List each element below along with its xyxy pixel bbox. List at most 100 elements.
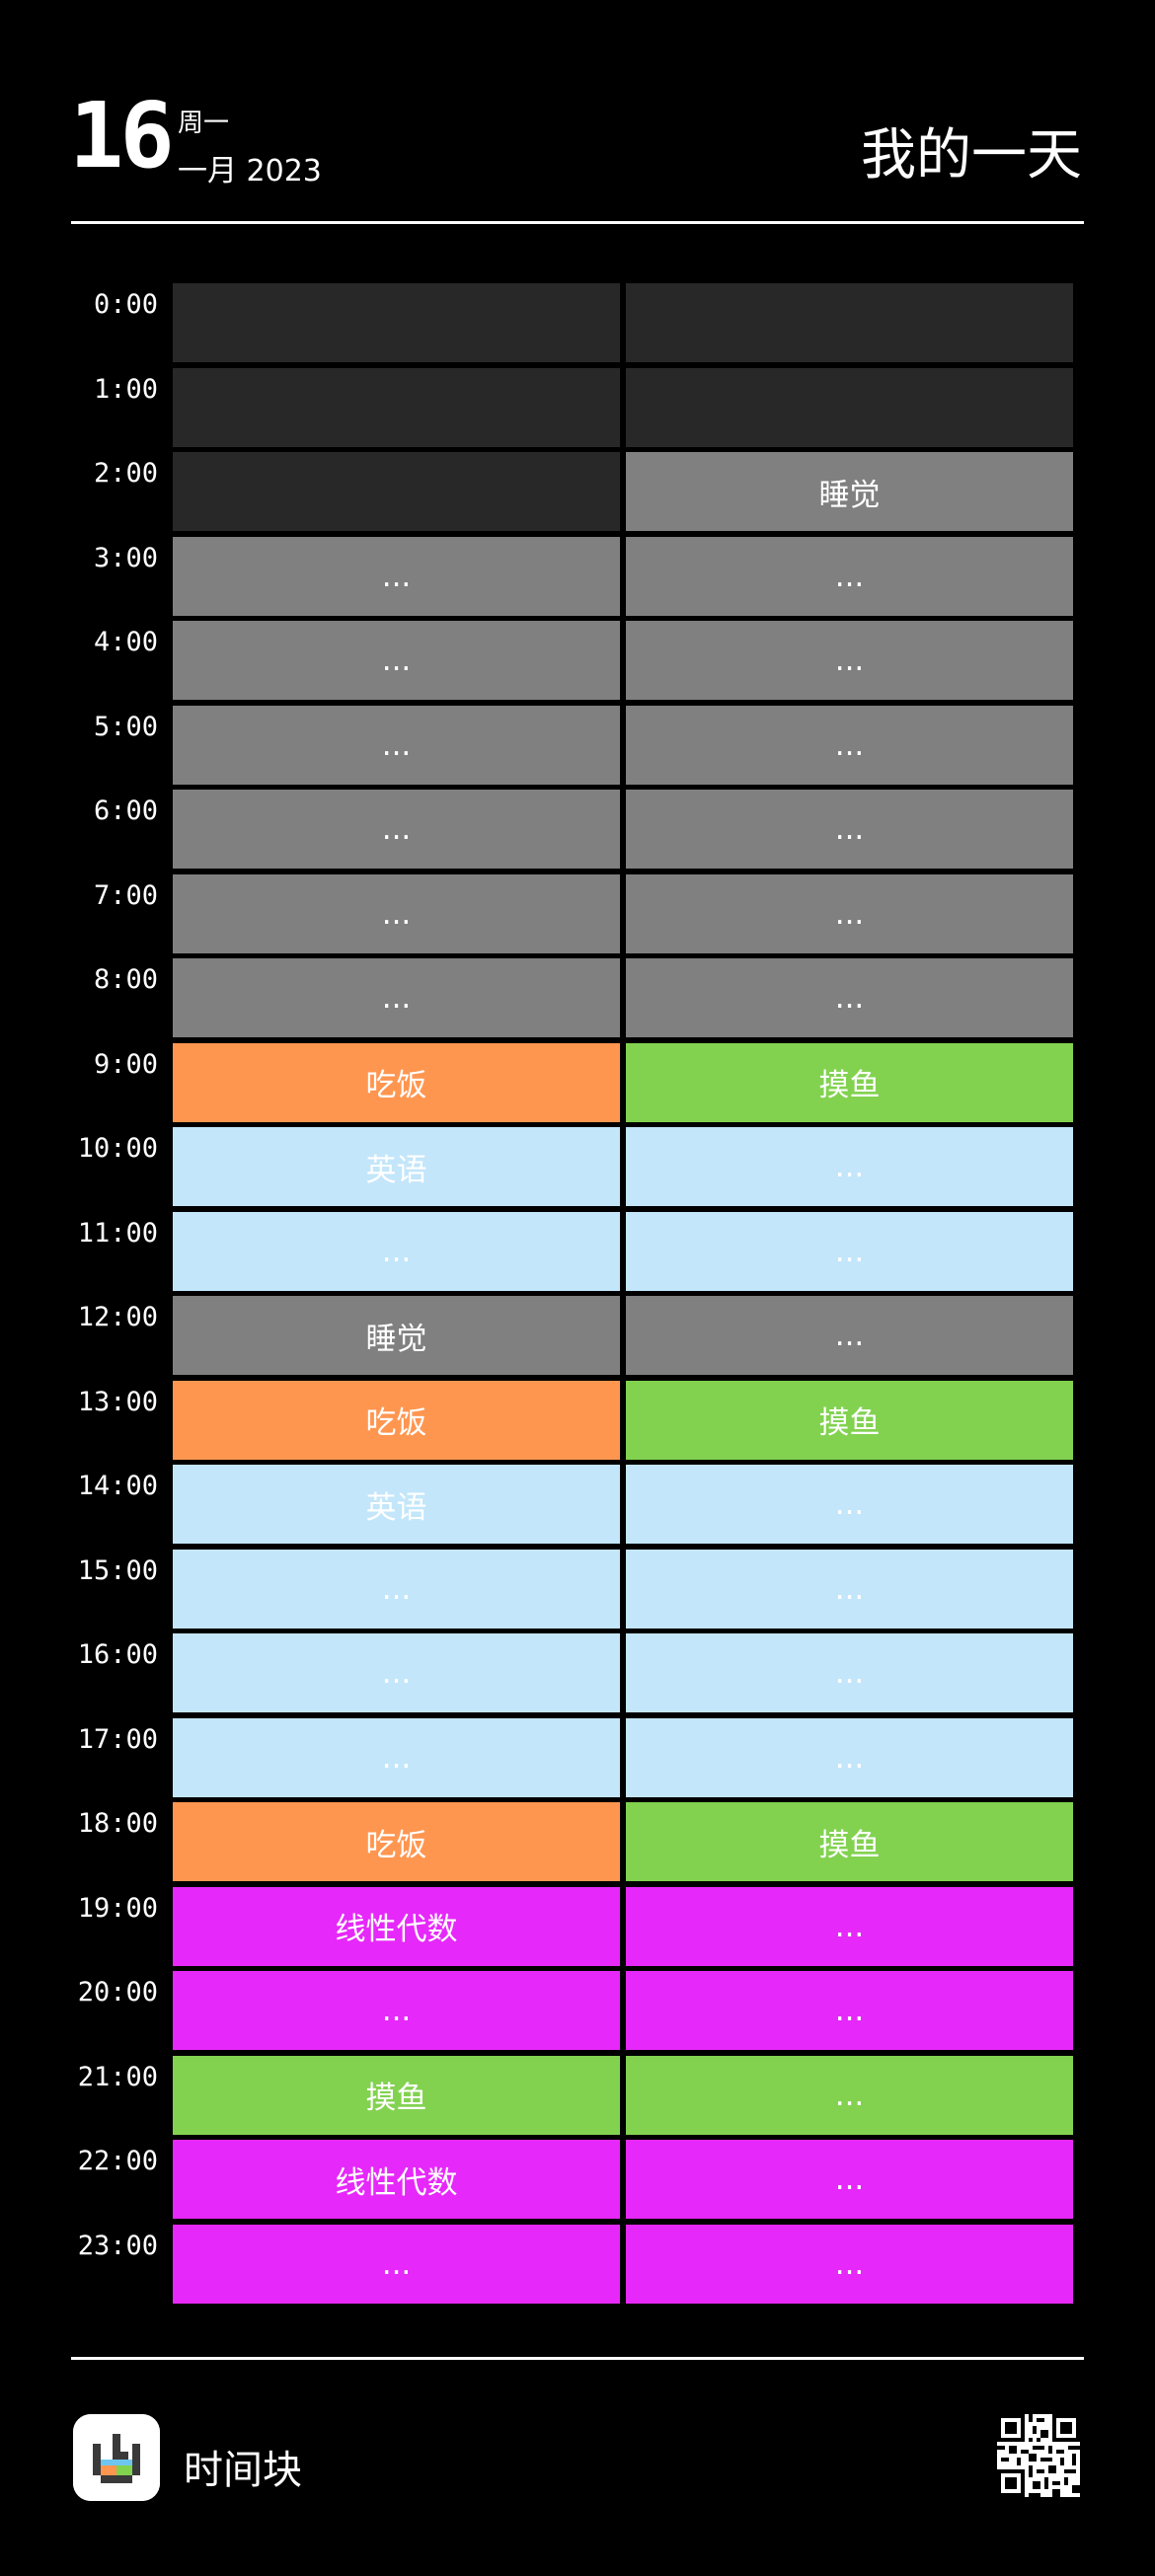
date-day: 16 bbox=[69, 83, 175, 189]
time-block-label: ... bbox=[834, 811, 865, 847]
time-block[interactable]: ... bbox=[626, 2055, 1073, 2135]
time-block-label: ... bbox=[381, 1739, 412, 1776]
time-block[interactable]: ... bbox=[626, 1633, 1073, 1712]
time-label: 8:00 bbox=[93, 964, 158, 995]
time-block[interactable] bbox=[173, 452, 620, 531]
time-block[interactable]: 吃饭 bbox=[173, 1380, 620, 1460]
time-block[interactable]: ... bbox=[626, 705, 1073, 785]
schedule-row: 23:00...... bbox=[0, 2224, 1155, 2304]
time-block-label: ... bbox=[381, 558, 412, 594]
time-block[interactable] bbox=[626, 367, 1073, 447]
time-label: 3:00 bbox=[93, 542, 158, 573]
time-block-label: ... bbox=[834, 1993, 865, 2028]
schedule-row: 19:00 线性代数... bbox=[0, 1886, 1155, 1966]
header: 16 周一 一月 2023 我的一天 bbox=[0, 0, 1155, 227]
time-label: 15:00 bbox=[77, 1554, 158, 1586]
time-block[interactable]: ... bbox=[173, 1549, 620, 1629]
time-block-label: ... bbox=[834, 1739, 865, 1776]
time-block[interactable]: 吃饭 bbox=[173, 1042, 620, 1122]
time-block[interactable]: ... bbox=[173, 1717, 620, 1797]
time-block-label: 吃饭 bbox=[365, 1405, 427, 1441]
time-block-label: ... bbox=[834, 1318, 865, 1353]
app-logo-icon[interactable] bbox=[73, 2414, 160, 2501]
time-block[interactable]: ... bbox=[626, 2224, 1073, 2304]
time-block-label: ... bbox=[834, 726, 865, 763]
time-block[interactable]: 摸鱼 bbox=[173, 2055, 620, 2135]
time-block[interactable]: ... bbox=[626, 873, 1073, 953]
time-block[interactable]: ... bbox=[626, 790, 1073, 869]
time-block-label: 睡觉 bbox=[365, 1321, 427, 1357]
time-block-label: ... bbox=[834, 1908, 865, 1944]
time-block[interactable]: 摸鱼 bbox=[626, 1380, 1073, 1460]
time-block-label: 摸鱼 bbox=[365, 2081, 427, 2116]
time-label: 10:00 bbox=[77, 1133, 158, 1164]
time-block[interactable] bbox=[626, 283, 1073, 362]
time-block[interactable]: ... bbox=[173, 1211, 620, 1291]
time-block[interactable]: ... bbox=[173, 873, 620, 953]
time-block[interactable]: ... bbox=[173, 1633, 620, 1712]
time-block-label: ... bbox=[834, 643, 865, 678]
time-block-label: ... bbox=[381, 980, 412, 1016]
time-block[interactable]: ... bbox=[626, 1549, 1073, 1629]
time-block[interactable]: ... bbox=[626, 1211, 1073, 1291]
time-block[interactable]: ... bbox=[626, 1971, 1073, 2050]
schedule-row: 20:00...... bbox=[0, 1971, 1155, 2050]
time-block[interactable]: ... bbox=[173, 621, 620, 700]
time-block[interactable]: ... bbox=[626, 1296, 1073, 1375]
time-block[interactable]: ... bbox=[173, 705, 620, 785]
time-block[interactable]: ... bbox=[626, 1717, 1073, 1797]
time-block[interactable]: ... bbox=[626, 621, 1073, 700]
time-label: 11:00 bbox=[77, 1217, 158, 1249]
time-block-label: ... bbox=[834, 1149, 865, 1184]
time-block[interactable] bbox=[173, 283, 620, 362]
time-block[interactable]: ... bbox=[626, 958, 1073, 1037]
time-block-label: ... bbox=[834, 2245, 865, 2282]
time-block-label: 睡觉 bbox=[818, 477, 881, 513]
time-block[interactable]: ... bbox=[626, 1886, 1073, 1966]
time-block[interactable]: ... bbox=[626, 2140, 1073, 2219]
time-label: 5:00 bbox=[93, 711, 158, 742]
time-block[interactable] bbox=[173, 367, 620, 447]
time-block[interactable]: ... bbox=[173, 1971, 620, 2050]
time-block[interactable]: ... bbox=[173, 536, 620, 616]
time-block[interactable]: ... bbox=[626, 536, 1073, 616]
time-block[interactable]: 线性代数 bbox=[173, 2140, 620, 2219]
time-block-label: ... bbox=[834, 1570, 865, 1607]
time-block-label: 英语 bbox=[365, 1489, 427, 1526]
time-block-label: 线性代数 bbox=[335, 2164, 458, 2201]
time-block-label: ... bbox=[381, 1570, 412, 1607]
time-block[interactable]: 摸鱼 bbox=[626, 1042, 1073, 1122]
time-block[interactable]: 线性代数 bbox=[173, 1886, 620, 1966]
app-name: 时间块 bbox=[184, 2448, 302, 2493]
schedule-row: 2:00 睡觉 bbox=[0, 452, 1155, 531]
time-block-label: ... bbox=[381, 726, 412, 763]
time-block[interactable]: ... bbox=[173, 2224, 620, 2304]
time-label: 14:00 bbox=[77, 1471, 158, 1501]
time-block[interactable]: ... bbox=[173, 790, 620, 869]
time-block[interactable]: ... bbox=[626, 1465, 1073, 1544]
time-block[interactable]: 睡觉 bbox=[173, 1296, 620, 1375]
schedule-row: 1:00 bbox=[0, 367, 1155, 447]
time-label: 23:00 bbox=[77, 2230, 158, 2261]
top-divider bbox=[71, 221, 1084, 224]
time-block-label: ... bbox=[381, 2245, 412, 2282]
schedule-row: 5:00...... bbox=[0, 705, 1155, 785]
time-block-label: ... bbox=[381, 1655, 412, 1691]
time-block[interactable]: ... bbox=[173, 958, 620, 1037]
time-block-label: 摸鱼 bbox=[818, 1405, 881, 1441]
time-label: 6:00 bbox=[93, 796, 158, 826]
time-block[interactable]: 睡觉 bbox=[626, 452, 1073, 531]
schedule-row: 11:00...... bbox=[0, 1211, 1155, 1291]
time-label: 18:00 bbox=[77, 1808, 158, 1839]
time-block[interactable]: ... bbox=[626, 1127, 1073, 1206]
time-block-label: ... bbox=[381, 1233, 412, 1269]
time-block[interactable]: 英语 bbox=[173, 1127, 620, 1206]
time-label: 13:00 bbox=[77, 1386, 158, 1417]
time-block[interactable]: 吃饭 bbox=[173, 1802, 620, 1881]
time-label: 22:00 bbox=[77, 2146, 158, 2176]
time-block-label: ... bbox=[381, 1993, 412, 2028]
schedule-row: 21:00 摸鱼... bbox=[0, 2055, 1155, 2135]
time-block[interactable]: 英语 bbox=[173, 1465, 620, 1544]
time-block[interactable]: 摸鱼 bbox=[626, 1802, 1073, 1881]
time-label: 2:00 bbox=[93, 458, 158, 489]
